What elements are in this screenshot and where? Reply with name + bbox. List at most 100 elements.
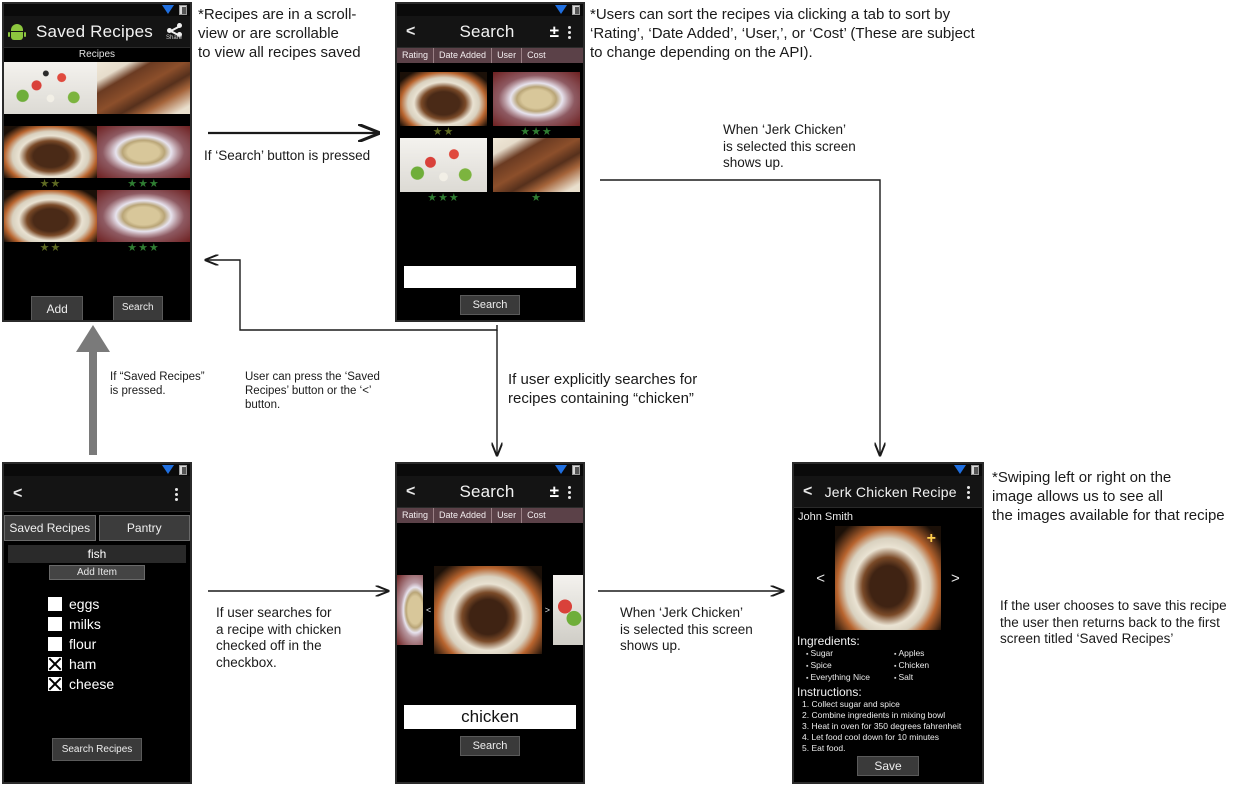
wifi-icon [162,465,174,474]
list-item[interactable]: cheese [48,676,190,692]
recipe-thumbnail-soup[interactable] [97,190,190,242]
status-bar [4,464,190,477]
tab-rating[interactable]: Rating [397,508,435,523]
recipe-cell[interactable]: ★★★ [97,126,190,190]
overflow-menu-icon[interactable] [960,485,982,499]
search-input[interactable]: chicken [404,705,576,729]
tab-pantry[interactable]: Pantry [98,515,190,541]
checkbox-flour[interactable] [48,637,62,651]
annotation-scrollview: *Recipes are in a scroll- view or are sc… [198,6,361,61]
recipe-thumbnail-salad[interactable] [4,62,97,114]
back-button[interactable]: < [4,485,31,503]
carousel-thumbnail-salad[interactable] [553,575,583,645]
checkbox-ham[interactable] [48,657,62,671]
recipe-cell[interactable] [97,62,190,126]
search-button[interactable]: Search [112,296,163,320]
search-results-grid: ★★ ★★★ ★★★ ★ [397,63,583,204]
back-button[interactable]: < [397,483,424,501]
image-next-arrow[interactable]: > [941,570,970,587]
back-button[interactable]: < [794,483,821,501]
image-prev-arrow[interactable]: < [806,570,835,587]
recipe-cell[interactable]: ★★ [4,126,97,190]
back-button[interactable]: < [397,23,424,41]
tab-cost[interactable]: Cost [522,508,551,523]
tab-user[interactable]: User [492,48,523,63]
ingredients-columns: Sugar Spice Everything Nice Apples Chick… [794,648,982,684]
carousel-prev-arrow[interactable]: < [423,605,434,615]
list-item[interactable]: ham [48,656,190,672]
add-item-button[interactable]: Add Item [49,565,145,580]
add-image-icon[interactable]: + [927,530,936,548]
checkbox-cheese[interactable] [48,677,62,691]
tab-saved-recipes[interactable]: Saved Recipes [4,515,96,541]
ingredients-column-2: Apples Chicken Salt [894,648,982,684]
search-recipes-button[interactable]: Search Recipes [51,738,143,761]
ingredients-column-1: Sugar Spice Everything Nice [806,648,894,684]
recipe-thumbnail-soup[interactable] [97,126,190,178]
list-item[interactable]: eggs [48,596,190,612]
recipe-grid: ★★ ★★★ ★★ ★★★ [4,62,190,254]
recipe-thumbnail-jerk-chicken[interactable] [4,190,97,242]
recipe-author: John Smith [798,511,854,523]
recipe-thumbnail-soup[interactable] [493,72,580,126]
recipe-thumbnail-steak[interactable] [97,62,190,114]
instruction-step: 4. Let food cool down for 10 minutes [802,732,940,742]
result-cell[interactable]: ★★★ [490,72,583,138]
wifi-icon [555,465,567,474]
search-input[interactable] [404,266,576,288]
list-item-label: ham [69,656,97,672]
list-item[interactable]: flour [48,636,190,652]
tab-rating[interactable]: Rating [397,48,435,63]
rating-stars: ★★ [432,126,455,138]
sort-icon[interactable]: ± [550,22,561,42]
pantry-tabs: Saved Recipes Pantry [4,512,190,541]
rating-stars: ★ [531,192,542,204]
sort-icon[interactable]: ± [550,482,561,502]
recipe-hero-image[interactable] [835,526,941,630]
list-item-label: milks [69,616,101,632]
sort-tab-bar: Rating Date Added User Cost [397,508,583,523]
recipe-thumbnail-steak[interactable] [493,138,580,192]
ingredient-item: Spice [806,660,894,672]
checkbox-eggs[interactable] [48,597,62,611]
list-item-label: eggs [69,596,100,612]
recipe-cell[interactable] [4,62,97,126]
recipe-cell[interactable]: ★★ [4,190,97,254]
tab-date-added[interactable]: Date Added [434,508,493,523]
battery-icon [572,5,580,15]
overflow-menu-icon[interactable] [561,485,583,499]
search-submit-button[interactable]: Search [459,295,521,315]
overflow-menu-icon[interactable] [561,25,583,39]
result-cell[interactable]: ★★ [397,72,490,138]
recipe-thumbnail-jerk-chicken[interactable] [400,72,487,126]
action-bar: < Jerk Chicken Recipe [794,477,982,508]
tab-user[interactable]: User [492,508,523,523]
pantry-item-input[interactable]: fish [8,545,186,563]
annotation-user-can-press: User can press the ‘Saved Recipes’ butto… [245,371,380,411]
annotation-search-pressed: If ‘Search’ button is pressed [204,148,371,163]
carousel-thumbnail-soup[interactable] [397,575,423,645]
page-title: Search [459,482,515,501]
tab-date-added[interactable]: Date Added [434,48,493,63]
ingredient-item: Apples [894,648,982,660]
checkbox-milks[interactable] [48,617,62,631]
tab-cost[interactable]: Cost [522,48,551,63]
overflow-menu-icon[interactable] [168,487,190,501]
result-cell[interactable]: ★★★ [397,138,490,204]
recipe-thumbnail-jerk-chicken[interactable] [4,126,97,178]
recipe-thumbnail-salad[interactable] [400,138,487,192]
search-submit-button[interactable]: Search [459,736,521,756]
result-cell[interactable]: ★ [490,138,583,204]
instruction-step: 2. Combine ingredients in mixing bowl [802,710,946,720]
carousel-next-arrow[interactable]: > [542,605,553,615]
page-title: Jerk Chicken Recipe [824,484,957,500]
page-title: Search [459,22,515,41]
recipe-cell[interactable]: ★★★ [97,190,190,254]
list-item[interactable]: milks [48,616,190,632]
carousel-thumbnail-jerk-chicken[interactable] [434,566,542,654]
share-icon[interactable]: Share [164,21,186,43]
battery-icon [179,5,187,15]
list-item-label: flour [69,636,97,652]
save-button[interactable]: Save [857,756,919,776]
add-button[interactable]: Add [31,296,83,320]
